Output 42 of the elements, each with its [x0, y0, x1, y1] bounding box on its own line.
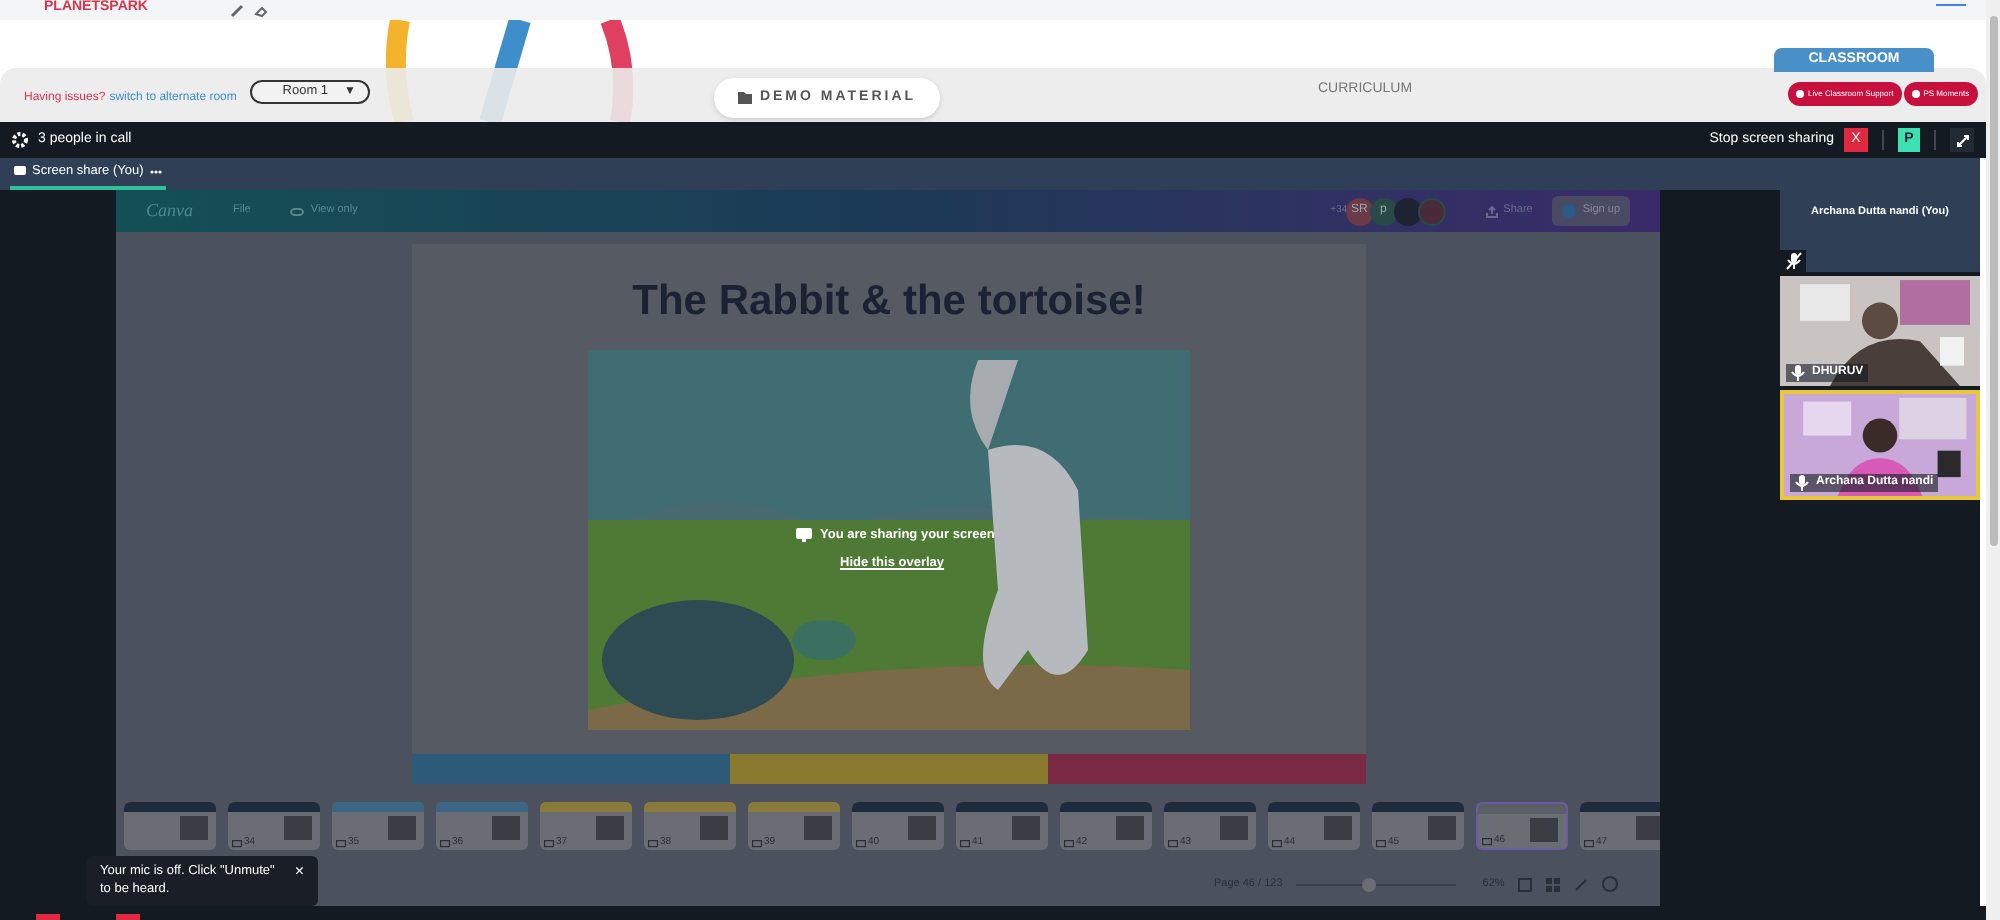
expand-icon[interactable]	[1574, 877, 1589, 891]
close-button[interactable]: ×	[294, 864, 304, 880]
comment-icon	[544, 839, 554, 847]
monitor-icon	[14, 166, 26, 178]
comment-icon	[440, 839, 450, 847]
canva-logo[interactable]: Canva	[146, 197, 193, 225]
grid-icon[interactable]	[1546, 877, 1561, 891]
expand-icon	[1955, 133, 1969, 147]
slider-thumb[interactable]	[1362, 877, 1377, 891]
comment-icon	[648, 839, 658, 847]
comment-icon	[232, 839, 242, 847]
eye-icon	[290, 207, 305, 215]
folder-icon	[737, 92, 752, 104]
canva-badge-icon	[1562, 204, 1577, 218]
comment-icon	[1584, 839, 1594, 847]
comment-icon	[960, 839, 970, 847]
mic-off-icon	[1785, 252, 1801, 270]
upload-icon	[1485, 205, 1498, 217]
eraser-icon[interactable]	[254, 4, 268, 18]
scrollbar[interactable]	[1986, 0, 2000, 920]
comment-icon	[1272, 839, 1282, 847]
help-icon[interactable]	[1602, 876, 1619, 892]
comment-icon	[1168, 839, 1178, 847]
comment-icon	[1482, 837, 1492, 845]
collaborator-avatar	[1417, 197, 1446, 225]
pencil-icon[interactable]	[230, 4, 244, 18]
mic-icon	[1790, 364, 1806, 382]
comment-icon	[752, 839, 762, 847]
comment-icon	[1064, 839, 1074, 847]
mic-icon	[1794, 474, 1810, 492]
collaborator-avatar	[1393, 197, 1422, 225]
info-icon	[1796, 90, 1804, 98]
comment-icon	[856, 839, 866, 847]
slide-title: The Rabbit & the tortoise!	[632, 280, 1146, 328]
info-icon	[1911, 90, 1920, 98]
settings-icon[interactable]	[12, 132, 28, 148]
monitor-icon	[796, 528, 812, 543]
slide-thumbnail[interactable]	[124, 802, 216, 850]
notes-icon[interactable]	[1518, 877, 1533, 891]
comment-icon	[1376, 839, 1386, 847]
fullscreen-button[interactable]	[1950, 128, 1974, 152]
comment-icon	[336, 839, 346, 847]
